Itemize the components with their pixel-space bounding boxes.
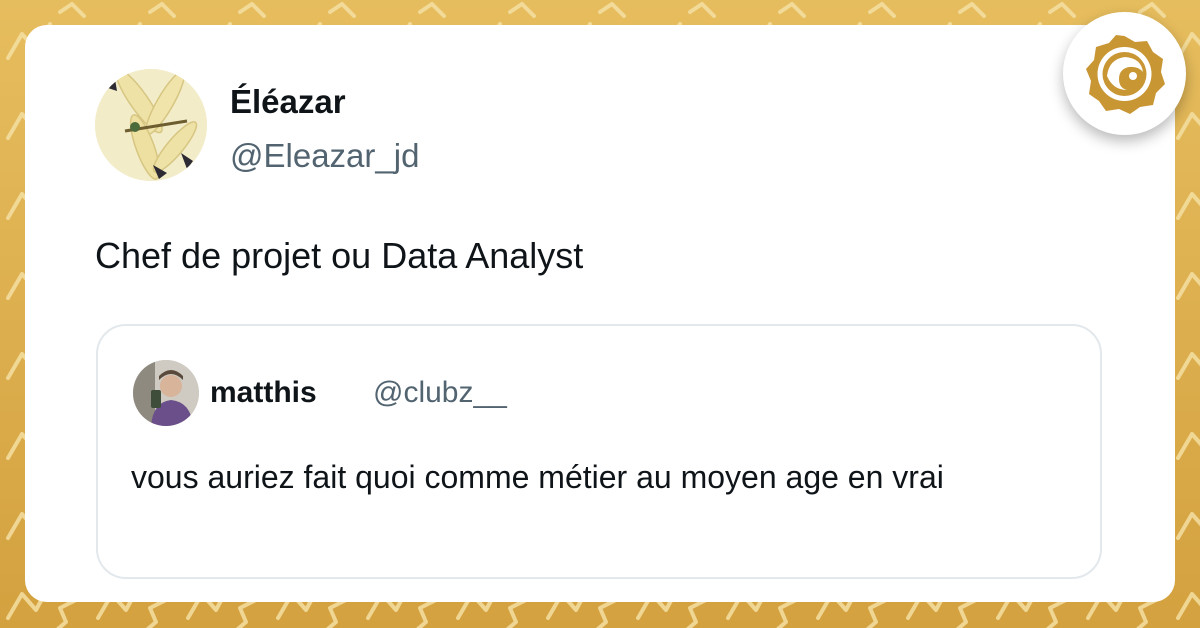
author-handle[interactable]: @Eleazar_jd: [230, 137, 419, 175]
quoted-author-handle[interactable]: @clubz__: [373, 376, 507, 410]
tweet-text: Chef de projet ou Data Analyst: [95, 235, 584, 276]
person-photo-avatar-icon: [133, 360, 199, 426]
author-display-name[interactable]: Éléazar: [230, 83, 346, 121]
tweet-card: Éléazar @Eleazar_jd Chef de projet ou Da…: [25, 25, 1175, 602]
quoted-tweet-text: vous auriez fait quoi comme métier au mo…: [131, 459, 944, 495]
quoted-author-display-name[interactable]: matthis: [210, 376, 317, 410]
quoted-tweet[interactable]: matthis @clubz__ vous auriez fait quoi c…: [96, 324, 1102, 579]
author-avatar[interactable]: [95, 69, 207, 181]
dragonfly-avatar-icon: [95, 69, 207, 181]
site-logo-badge: [1063, 12, 1186, 135]
quoted-author-avatar[interactable]: [133, 360, 199, 426]
site-logo-icon: [1086, 35, 1165, 114]
